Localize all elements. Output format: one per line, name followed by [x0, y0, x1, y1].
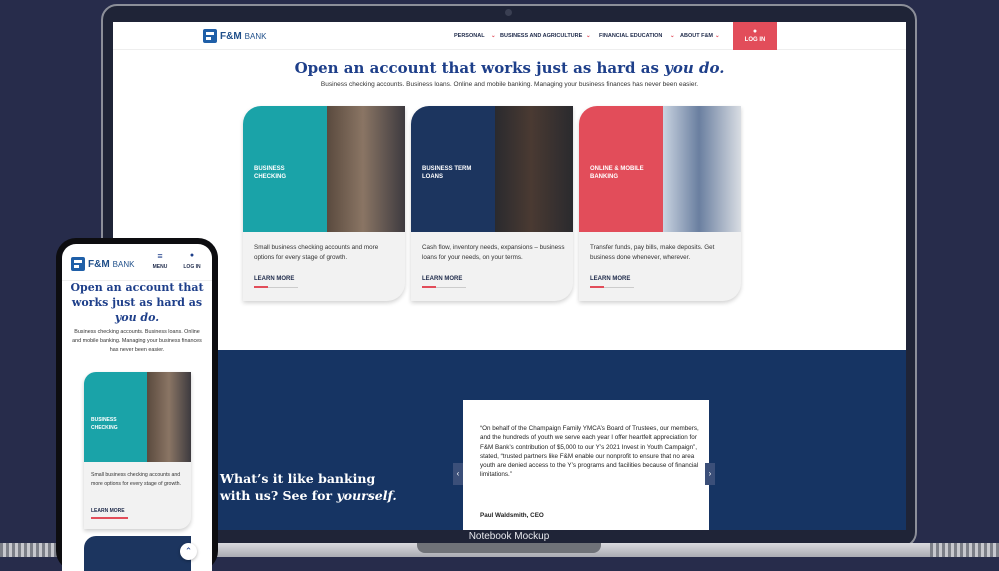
- mobile-card-business-term-loans[interactable]: [84, 536, 191, 571]
- menu-label: MENU: [152, 264, 168, 270]
- login-label: LOG IN: [744, 37, 766, 43]
- mobile-page-title-text: Open an account that works just as hard …: [70, 281, 204, 309]
- card-title: BUSINESS TERM LOANS: [422, 165, 471, 181]
- link-underline-track: [436, 287, 466, 288]
- logo-icon: [203, 29, 217, 43]
- scroll-to-top-button[interactable]: ⌃: [180, 543, 197, 560]
- page-title-emphasis: you do.: [664, 59, 725, 77]
- logo-bank: BANK: [244, 31, 267, 41]
- mobile-bank-logo[interactable]: F&M BANK: [71, 257, 134, 271]
- page-title-text: Open an account that works just as hard …: [294, 59, 665, 77]
- card-business-checking[interactable]: BUSINESS CHECKING Small business checking…: [243, 106, 405, 301]
- laptop-notch: [417, 543, 601, 553]
- nav-business-agriculture[interactable]: BUSINESS AND AGRICULTURE: [500, 33, 582, 39]
- mobile-login-label: LOG IN: [183, 264, 201, 270]
- user-icon: ●: [752, 28, 758, 35]
- card-title-line: BUSINESS TERM: [422, 166, 472, 172]
- mobile-card-business-checking[interactable]: BUSINESS CHECKING Small business checking…: [84, 372, 191, 529]
- testimonial-heading-emphasis: yourself.: [336, 488, 397, 503]
- camera: [505, 9, 512, 16]
- learn-more-link[interactable]: LEARN MORE: [422, 276, 462, 282]
- link-underline-track: [604, 287, 634, 288]
- card-title-line: ONLINE & MOBILE: [590, 166, 644, 172]
- testimonial-card: “On behalf of the Champaign Family YMCA’…: [463, 400, 709, 530]
- menu-button[interactable]: ≡ MENU: [149, 251, 171, 270]
- mobile-header: F&M BANK ≡ MENU ● LOG IN: [62, 244, 212, 281]
- chevron-down-icon: ⌄: [491, 33, 496, 39]
- learn-more-link[interactable]: LEARN MORE: [254, 276, 294, 282]
- logo-fm: F&M: [220, 30, 242, 42]
- link-underline-track: [268, 287, 298, 288]
- base-stripes-right: [930, 543, 999, 557]
- testimonial-heading: What’s it like banking with us? See for y…: [220, 470, 397, 504]
- card-title-line: CHECKING: [91, 425, 118, 431]
- user-icon: ●: [189, 252, 195, 259]
- page-title: Open an account that works just as hard …: [113, 59, 906, 77]
- logo-bank: BANK: [112, 259, 135, 269]
- nav-personal[interactable]: PERSONAL: [454, 33, 485, 39]
- phone-screen: F&M BANK ≡ MENU ● LOG IN Open an account…: [62, 244, 212, 571]
- card-title-line: BANKING: [590, 174, 618, 180]
- link-underline: [590, 286, 604, 288]
- testimonial-heading-line: What’s it like banking: [220, 471, 376, 486]
- logo-fm: F&M: [88, 258, 110, 270]
- hamburger-icon: ≡: [157, 251, 163, 261]
- carousel-prev-button[interactable]: ‹: [453, 463, 463, 485]
- mockup-label: Notebook Mockup: [468, 531, 550, 542]
- carousel-next-button[interactable]: ›: [705, 463, 715, 485]
- card-title-line: BUSINESS: [254, 166, 285, 172]
- link-underline: [422, 286, 436, 288]
- chevron-down-icon: ⌄: [670, 33, 675, 39]
- card-title: ONLINE & MOBILE BANKING: [590, 165, 644, 181]
- learn-more-link[interactable]: LEARN MORE: [590, 276, 630, 282]
- card-title-line: LOANS: [422, 174, 443, 180]
- testimonial-author: Paul Waldsmith, CEO: [480, 512, 544, 519]
- chevron-down-icon: ⌄: [586, 33, 591, 39]
- mobile-learn-more-link[interactable]: LEARN MORE: [91, 508, 125, 514]
- card-title-line: CHECKING: [254, 174, 287, 180]
- mobile-page-title-emphasis: you do.: [114, 311, 160, 324]
- mobile-page-title: Open an account that works just as hard …: [62, 280, 212, 325]
- card-online-mobile-banking[interactable]: ONLINE & MOBILE BANKING Transfer funds, p…: [579, 106, 741, 301]
- card-text: Small business checking accounts and mor…: [254, 244, 379, 261]
- nav-financial-education[interactable]: FINANCIAL EDUCATION: [599, 33, 662, 39]
- mobile-login-button[interactable]: ● LOG IN: [179, 251, 205, 270]
- card-business-term-loans[interactable]: BUSINESS TERM LOANS Cash flow, inventory …: [411, 106, 573, 301]
- mobile-card-title: BUSINESS CHECKING: [91, 416, 118, 432]
- link-underline: [254, 286, 268, 288]
- testimonial-heading-line: with us? See for: [220, 488, 337, 503]
- testimonial-quote: “On behalf of the Champaign Family YMCA’…: [480, 425, 699, 479]
- mobile-page-subtitle: Business checking accounts. Business loa…: [72, 329, 202, 353]
- laptop-screen: F&M BANK PERSONAL ⌄ BUSINESS AND AGRICUL…: [113, 22, 906, 530]
- base-stripes-left: [0, 543, 60, 557]
- bank-logo[interactable]: F&M BANK: [203, 29, 266, 43]
- card-text: Cash flow, inventory needs, expansions –…: [422, 244, 565, 261]
- chevron-down-icon: ⌄: [715, 33, 720, 39]
- login-button[interactable]: ● LOG IN: [733, 22, 777, 50]
- page-subtitle: Business checking accounts. Business loa…: [320, 81, 699, 88]
- site-header: F&M BANK PERSONAL ⌄ BUSINESS AND AGRICUL…: [113, 22, 906, 50]
- card-title-line: BUSINESS: [91, 417, 117, 423]
- logo-icon: [71, 257, 85, 271]
- card-title: BUSINESS CHECKING: [254, 165, 286, 181]
- card-text: Transfer funds, pay bills, make deposits…: [590, 244, 715, 261]
- link-underline: [91, 517, 128, 519]
- testimonial-section: What’s it like banking with us? See for y…: [113, 350, 906, 530]
- nav-about[interactable]: ABOUT F&M: [680, 33, 713, 39]
- mobile-card-text: Small business checking accounts and mor…: [91, 472, 181, 487]
